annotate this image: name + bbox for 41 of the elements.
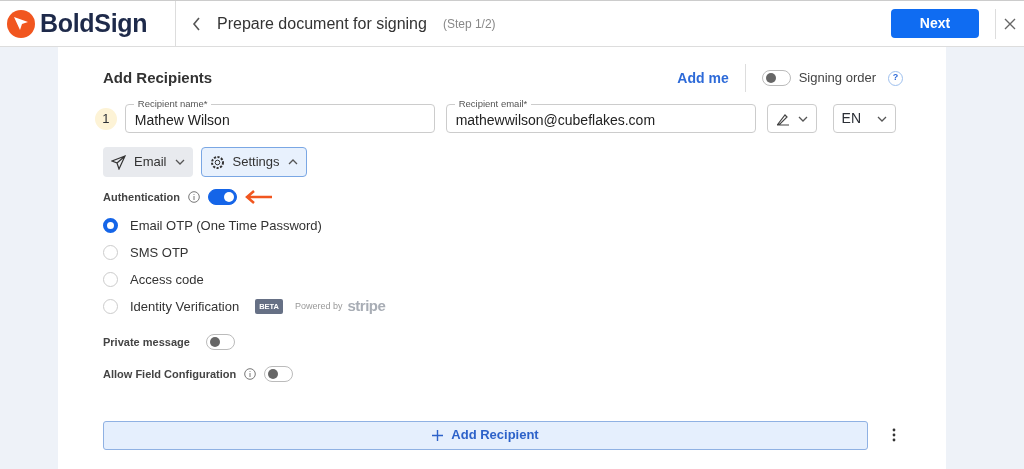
signing-order-label: Signing order [798,69,876,88]
option-label: SMS OTP [130,243,189,262]
logo-text: BoldSign [40,7,148,39]
step-indicator: (Step 1/2) [442,15,496,33]
private-message-label: Private message [103,334,190,350]
recipient-number: 1 [95,107,117,130]
chevron-down-icon [174,159,185,165]
signing-order-toggle[interactable] [761,70,791,86]
back-icon[interactable] [192,16,201,31]
chevron-down-icon [797,115,808,122]
plus-icon [432,429,444,441]
powered-by-text: Powered by [295,299,343,313]
page-title: Prepare document for signing [217,13,427,34]
logo-icon [6,8,36,39]
radio-button[interactable] [103,218,118,233]
info-icon[interactable] [244,368,257,381]
chevron-down-icon [877,115,887,122]
provider-logo-text: stripe [347,296,386,317]
gear-icon [209,154,225,170]
next-button[interactable]: Next [891,9,979,38]
chevron-icon [287,159,298,165]
language-dropdown[interactable]: EN [832,104,896,133]
private-message-toggle[interactable] [205,333,235,350]
allow-field-configuration-toggle[interactable] [264,366,294,383]
close-icon[interactable] [1004,17,1016,30]
settings-dropdown[interactable]: Settings [200,147,307,177]
signature-type-dropdown[interactable] [766,104,817,133]
authentication-toggle[interactable] [208,189,237,206]
authentication-label: Authentication [103,190,180,205]
send-icon [111,154,126,170]
more-icon[interactable] [892,428,896,442]
add-me-link[interactable]: Add me [677,67,729,89]
option-label: Email OTP (One Time Password) [130,216,322,235]
add-recipient-button[interactable]: Add Recipient [103,420,868,450]
option-label: Access code [130,270,204,289]
delivery-dropdown[interactable]: Email [103,147,193,177]
arrow-icon [245,190,273,205]
info-icon[interactable] [188,191,200,204]
allow-field-configuration-label: Allow Field Configuration [103,367,237,382]
option-label: Identity Verification [130,297,240,316]
section-title: Add Recipients [103,67,213,88]
